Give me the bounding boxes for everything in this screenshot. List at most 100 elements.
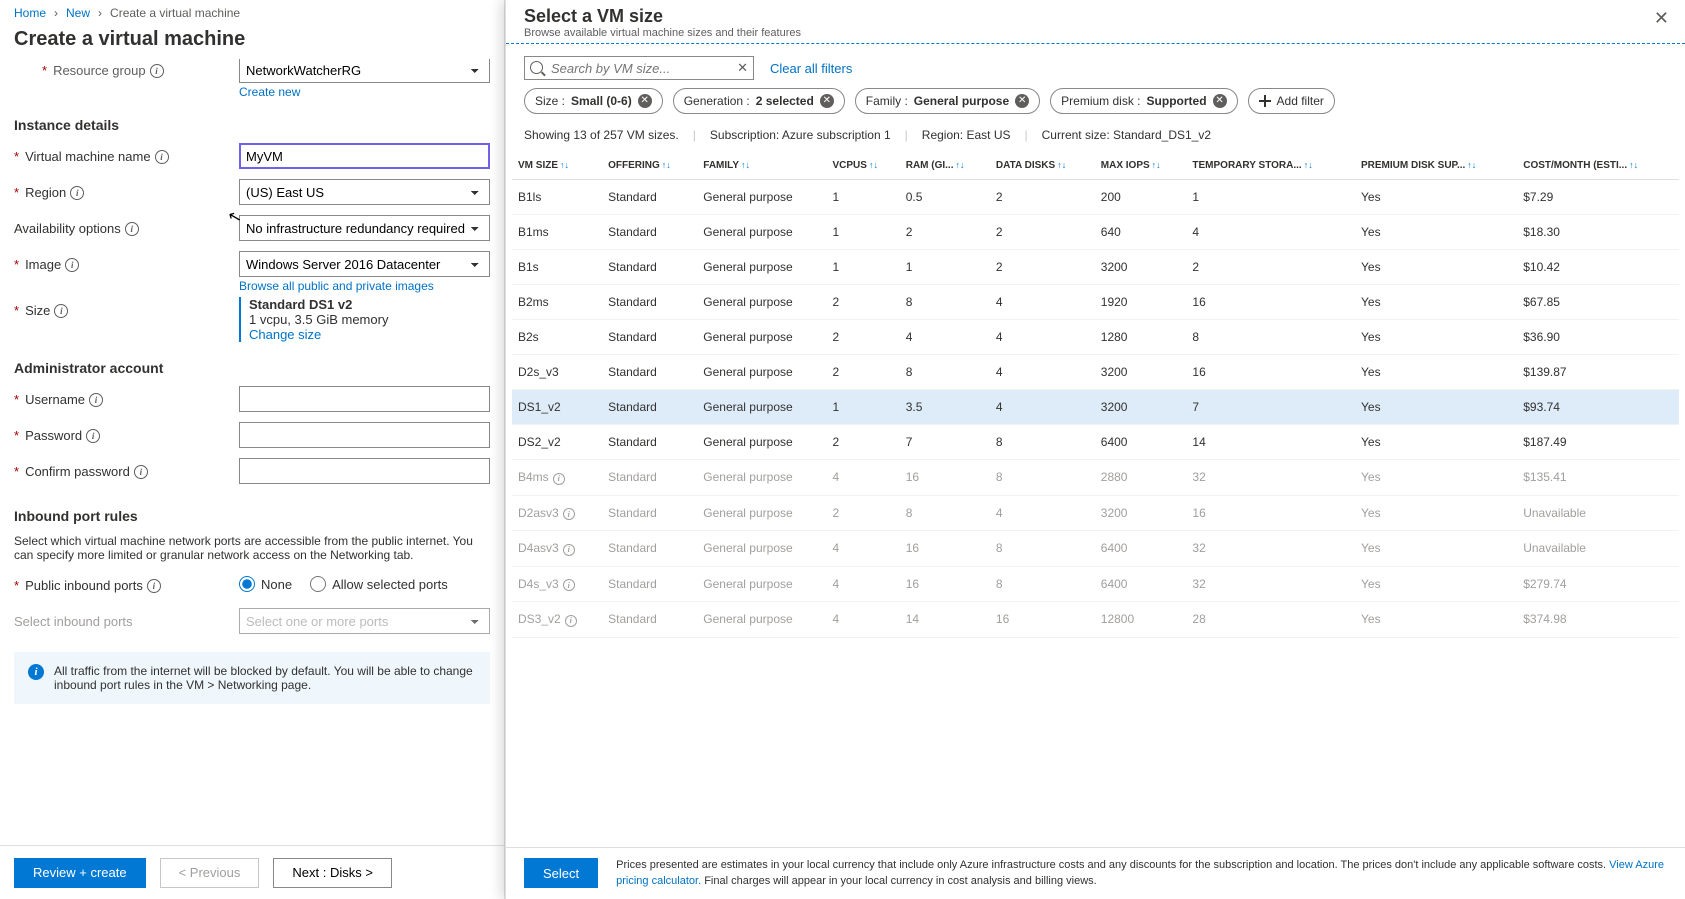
table-cell: General purpose <box>697 285 826 320</box>
password-input[interactable] <box>239 422 490 448</box>
breadcrumb-new[interactable]: New <box>66 6 90 20</box>
table-cell: Yes <box>1355 390 1517 425</box>
table-row[interactable]: DS3_v2iStandardGeneral purpose4141612800… <box>512 602 1679 638</box>
clear-search-icon[interactable]: ✕ <box>737 60 748 76</box>
column-header[interactable]: COST/MONTH (ESTI...↑↓ <box>1517 152 1679 180</box>
table-cell: $279.74 <box>1517 566 1679 602</box>
search-input[interactable] <box>524 56 754 80</box>
table-cell: B1ls <box>512 180 602 215</box>
column-header[interactable]: OFFERING↑↓ <box>602 152 697 180</box>
info-icon[interactable]: i <box>86 429 100 443</box>
table-row[interactable]: B1msStandardGeneral purpose1226404Yes$18… <box>512 215 1679 250</box>
select-button[interactable]: Select <box>524 858 598 888</box>
section-inbound-ports: Inbound port rules <box>14 508 490 524</box>
next-button[interactable]: Next : Disks > <box>273 858 392 888</box>
info-icon[interactable]: i <box>125 222 139 236</box>
browse-images-link[interactable]: Browse all public and private images <box>239 279 490 293</box>
table-row[interactable]: D4asv3iStandardGeneral purpose4168640032… <box>512 531 1679 567</box>
table-cell: 4 <box>900 320 990 355</box>
table-cell: Standard <box>602 425 697 460</box>
info-icon[interactable]: i <box>150 64 164 78</box>
column-header[interactable]: MAX IOPS↑↓ <box>1095 152 1187 180</box>
availability-select[interactable]: No infrastructure redundancy required <box>239 215 490 241</box>
username-input[interactable] <box>239 386 490 412</box>
remove-filter-icon[interactable]: ✕ <box>638 94 652 108</box>
region-label: Region <box>25 185 66 200</box>
table-cell: Yes <box>1355 531 1517 567</box>
filter-pill-generation[interactable]: Generation :2 selected✕ <box>673 88 845 114</box>
table-cell: Yes <box>1355 566 1517 602</box>
create-new-link[interactable]: Create new <box>239 85 490 99</box>
section-admin-account: Administrator account <box>14 360 490 376</box>
confirm-password-input[interactable] <box>239 458 490 484</box>
table-row[interactable]: D2s_v3StandardGeneral purpose284320016Ye… <box>512 355 1679 390</box>
clear-filters-link[interactable]: Clear all filters <box>770 61 852 76</box>
table-row[interactable]: B1sStandardGeneral purpose11232002Yes$10… <box>512 250 1679 285</box>
table-cell: 4 <box>990 355 1095 390</box>
table-row[interactable]: B2msStandardGeneral purpose284192016Yes$… <box>512 285 1679 320</box>
table-cell: Standard <box>602 355 697 390</box>
table-cell: $67.85 <box>1517 285 1679 320</box>
column-header[interactable]: RAM (GI...↑↓ <box>900 152 990 180</box>
callout-text: All traffic from the internet will be bl… <box>54 664 476 692</box>
table-cell: B1s <box>512 250 602 285</box>
table-cell: 3.5 <box>900 390 990 425</box>
previous-button: < Previous <box>160 858 260 888</box>
table-cell: 1 <box>827 180 900 215</box>
table-row[interactable]: D2asv3iStandardGeneral purpose284320016Y… <box>512 495 1679 531</box>
form-body: * Resource group i NetworkWatcherRG Crea… <box>0 59 504 899</box>
vm-name-input[interactable] <box>239 143 490 169</box>
filter-pill-family[interactable]: Family :General purpose✕ <box>855 88 1040 114</box>
review-create-button[interactable]: Review + create <box>14 858 146 888</box>
pricing-disclaimer: Prices presented are estimates in your l… <box>616 858 1667 889</box>
remove-filter-icon[interactable]: ✕ <box>1015 94 1029 108</box>
info-icon[interactable]: i <box>155 150 169 164</box>
change-size-link[interactable]: Change size <box>249 327 321 342</box>
table-cell: $18.30 <box>1517 215 1679 250</box>
table-row[interactable]: DS2_v2StandardGeneral purpose278640014Ye… <box>512 425 1679 460</box>
table-cell: General purpose <box>697 355 826 390</box>
filter-pill-size[interactable]: Size :Small (0-6)✕ <box>524 88 663 114</box>
info-icon[interactable]: i <box>70 186 84 200</box>
table-row[interactable]: B4msiStandardGeneral purpose4168288032Ye… <box>512 460 1679 496</box>
column-header[interactable]: FAMILY↑↓ <box>697 152 826 180</box>
availability-label: Availability options <box>14 221 121 236</box>
table-cell: 32 <box>1186 460 1355 496</box>
info-icon[interactable]: i <box>134 465 148 479</box>
column-header[interactable]: PREMIUM DISK SUP...↑↓ <box>1355 152 1517 180</box>
column-header[interactable]: VM SIZE↑↓ <box>512 152 602 180</box>
filter-pill-disk[interactable]: Premium disk :Supported✕ <box>1050 88 1237 114</box>
table-cell: Standard <box>602 180 697 215</box>
info-icon[interactable]: i <box>65 258 79 272</box>
breadcrumb-home[interactable]: Home <box>14 6 46 20</box>
table-row[interactable]: B2sStandardGeneral purpose24412808Yes$36… <box>512 320 1679 355</box>
info-icon[interactable]: i <box>54 304 68 318</box>
results-summary: Showing 13 of 257 VM sizes.| Subscriptio… <box>506 124 1685 152</box>
table-row[interactable]: B1lsStandardGeneral purpose10.522001Yes$… <box>512 180 1679 215</box>
table-cell: 8 <box>900 285 990 320</box>
column-header[interactable]: DATA DISKS↑↓ <box>990 152 1095 180</box>
remove-filter-icon[interactable]: ✕ <box>1213 94 1227 108</box>
column-header[interactable]: VCPUS↑↓ <box>827 152 900 180</box>
table-cell: 14 <box>1186 425 1355 460</box>
table-cell: 2 <box>990 250 1095 285</box>
column-header[interactable]: TEMPORARY STORA...↑↓ <box>1186 152 1355 180</box>
table-cell: 16 <box>1186 355 1355 390</box>
add-filter-button[interactable]: Add filter <box>1248 88 1335 114</box>
table-row[interactable]: DS1_v2StandardGeneral purpose13.5432007Y… <box>512 390 1679 425</box>
info-icon[interactable]: i <box>89 393 103 407</box>
table-cell: 1920 <box>1095 285 1187 320</box>
image-select[interactable]: Windows Server 2016 Datacenter <box>239 251 490 277</box>
remove-filter-icon[interactable]: ✕ <box>820 94 834 108</box>
radio-none[interactable]: None <box>239 576 292 592</box>
table-cell: Standard <box>602 250 697 285</box>
radio-allow[interactable]: Allow selected ports <box>310 576 448 592</box>
table-cell: Yes <box>1355 250 1517 285</box>
table-row[interactable]: D4s_v3iStandardGeneral purpose4168640032… <box>512 566 1679 602</box>
info-icon[interactable]: i <box>147 579 161 593</box>
close-icon[interactable]: ✕ <box>1646 4 1677 33</box>
resource-group-select[interactable]: NetworkWatcherRG <box>239 59 490 83</box>
region-select[interactable]: (US) East US <box>239 179 490 205</box>
table-cell: 1 <box>827 250 900 285</box>
table-cell: 1 <box>900 250 990 285</box>
